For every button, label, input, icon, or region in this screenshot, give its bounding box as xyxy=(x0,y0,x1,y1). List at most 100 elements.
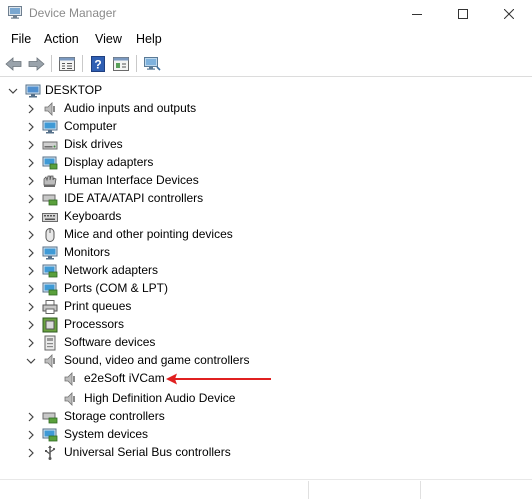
menu-view[interactable]: View xyxy=(94,31,123,47)
chevron-right-icon[interactable] xyxy=(26,248,36,258)
chevron-down-icon[interactable] xyxy=(26,356,36,366)
software-device-icon xyxy=(44,335,56,351)
status-bar-separator xyxy=(308,481,309,499)
tree-item-label: Print queues xyxy=(64,299,132,313)
minimize-button[interactable] xyxy=(394,0,440,27)
properties-button[interactable] xyxy=(56,53,78,74)
tree-item-label: Display adapters xyxy=(64,155,154,169)
ide-controller-icon xyxy=(42,194,58,206)
svg-text:?: ? xyxy=(94,57,101,71)
speaker-icon xyxy=(64,372,75,386)
tree-item-display-adapters[interactable]: Display adapters xyxy=(0,154,532,172)
close-icon xyxy=(504,8,514,19)
chevron-right-icon[interactable] xyxy=(26,430,36,440)
chevron-right-icon[interactable] xyxy=(26,230,36,240)
keyboard-icon xyxy=(42,213,58,222)
tree-item-mice-and-other-pointing-devices[interactable]: Mice and other pointing devices xyxy=(0,226,532,244)
chevron-right-icon[interactable] xyxy=(26,158,36,168)
maximize-button[interactable] xyxy=(440,0,486,27)
tree-item-human-interface-devices[interactable]: Human Interface Devices xyxy=(0,172,532,190)
menu-file[interactable]: File xyxy=(10,31,32,47)
chevron-right-icon[interactable] xyxy=(26,320,36,330)
scan-hardware-button[interactable] xyxy=(141,53,163,74)
scan-hardware-icon xyxy=(144,56,161,71)
tree-item-disk-drives[interactable]: Disk drives xyxy=(0,136,532,154)
forward-arrow-icon xyxy=(28,56,45,71)
tree-root-label: DESKTOP xyxy=(45,83,103,97)
tree-root-desktop[interactable]: DESKTOP xyxy=(0,82,532,100)
tree-item-universal-serial-bus-controllers[interactable]: Universal Serial Bus controllers xyxy=(0,444,532,462)
tree-item-label: Storage controllers xyxy=(64,409,165,423)
tree-item-label: Keyboards xyxy=(64,209,122,223)
tree-item-label: IDE ATA/ATAPI controllers xyxy=(64,191,204,205)
device-tree[interactable]: DESKTOP Audio inputs and outputs Compute… xyxy=(0,78,532,499)
menu-action[interactable]: Action xyxy=(43,31,80,47)
tree-item-ide-ata-atapi-controllers[interactable]: IDE ATA/ATAPI controllers xyxy=(0,190,532,208)
help-button[interactable]: ? xyxy=(87,53,109,74)
tree-item-label: Mice and other pointing devices xyxy=(64,227,233,241)
tree-item-audio-inputs-and-outputs[interactable]: Audio inputs and outputs xyxy=(0,100,532,118)
tree-item-label: Network adapters xyxy=(64,263,159,277)
speaker-icon xyxy=(44,354,55,368)
tree-item-label: Processors xyxy=(64,317,125,331)
status-bar-separator xyxy=(420,481,421,499)
back-arrow-icon xyxy=(5,56,22,71)
tree-item-ports-com-lpt[interactable]: Ports (COM & LPT) xyxy=(0,280,532,298)
properties-icon xyxy=(59,56,75,71)
tree-item-storage-controllers[interactable]: Storage controllers xyxy=(0,408,532,426)
close-button[interactable] xyxy=(486,0,532,27)
hid-icon xyxy=(43,175,57,187)
display-adapter-icon xyxy=(42,156,58,170)
computer-icon xyxy=(42,120,58,134)
tree-item-label: e2eSoft iVCam xyxy=(84,371,165,385)
chevron-down-icon[interactable] xyxy=(8,86,18,96)
device-manager-icon xyxy=(8,6,22,19)
tree-item-monitors[interactable]: Monitors xyxy=(0,244,532,262)
chevron-right-icon[interactable] xyxy=(26,122,36,132)
chevron-right-icon[interactable] xyxy=(26,266,36,276)
title-bar[interactable]: Device Manager xyxy=(0,0,532,27)
tree-item-system-devices[interactable]: System devices xyxy=(0,426,532,444)
forward-button[interactable] xyxy=(25,53,47,74)
chevron-right-icon[interactable] xyxy=(26,448,36,458)
tree-item-computer[interactable]: Computer xyxy=(0,118,532,136)
speaker-icon xyxy=(44,102,55,116)
tree-child-high-definition-audio-device[interactable]: High Definition Audio Device xyxy=(0,390,532,408)
tree-item-software-devices[interactable]: Software devices xyxy=(0,334,532,352)
chevron-right-icon[interactable] xyxy=(26,302,36,312)
tree-item-keyboards[interactable]: Keyboards xyxy=(0,208,532,226)
disk-drive-icon xyxy=(42,141,58,150)
driver-details-button[interactable] xyxy=(110,53,132,74)
tree-item-label: Computer xyxy=(64,119,117,133)
chevron-right-icon[interactable] xyxy=(26,212,36,222)
chevron-right-icon[interactable] xyxy=(26,194,36,204)
mouse-icon xyxy=(45,228,55,242)
tree-item-print-queues[interactable]: Print queues xyxy=(0,298,532,316)
toolbar: ? xyxy=(0,50,532,77)
tree-item-network-adapters[interactable]: Network adapters xyxy=(0,262,532,280)
chevron-right-icon[interactable] xyxy=(26,140,36,150)
chevron-right-icon[interactable] xyxy=(26,338,36,348)
menu-help[interactable]: Help xyxy=(135,31,163,47)
back-button[interactable] xyxy=(3,53,25,74)
tree-item-processors[interactable]: Processors xyxy=(0,316,532,334)
tree-item-label: Universal Serial Bus controllers xyxy=(64,445,231,459)
minimize-icon xyxy=(412,13,422,15)
chevron-right-icon[interactable] xyxy=(26,104,36,114)
tree-item-label: High Definition Audio Device xyxy=(84,391,236,405)
usb-icon xyxy=(45,445,56,460)
tree-item-label: Audio inputs and outputs xyxy=(64,101,197,115)
chevron-right-icon[interactable] xyxy=(26,412,36,422)
tree-item-label: Software devices xyxy=(64,335,156,349)
processor-icon xyxy=(42,317,58,333)
toolbar-separator xyxy=(136,55,137,72)
tree-item-sound-video-and-game-controllers[interactable]: Sound, video and game controllers xyxy=(0,352,532,370)
computer-icon xyxy=(25,84,41,98)
tree-item-label: Monitors xyxy=(64,245,111,259)
port-icon xyxy=(42,282,58,296)
chevron-right-icon[interactable] xyxy=(26,284,36,294)
maximize-icon xyxy=(458,8,468,19)
driver-details-icon xyxy=(113,56,129,71)
chevron-right-icon[interactable] xyxy=(26,176,36,186)
tree-item-label: Disk drives xyxy=(64,137,123,151)
